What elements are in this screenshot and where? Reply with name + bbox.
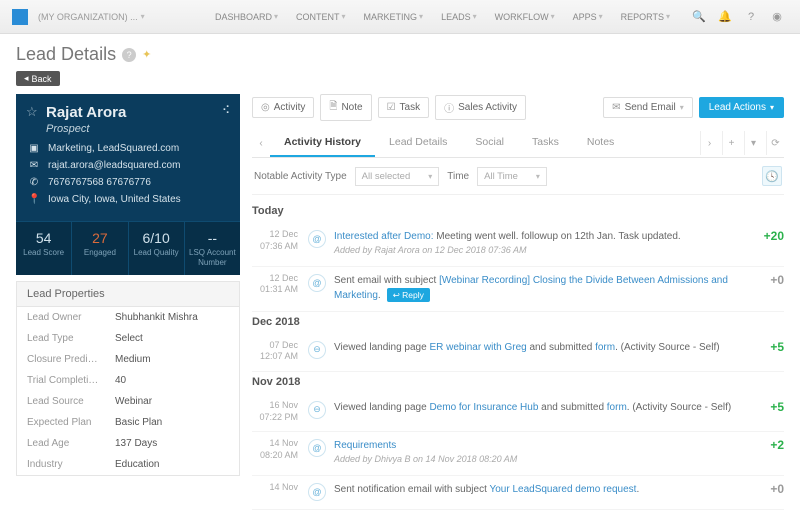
property-row: Lead OwnerShubhankit Mishra xyxy=(17,307,239,328)
score-change: +5 xyxy=(744,400,784,423)
score-change: +0 xyxy=(744,482,784,501)
property-row: Lead TypeSelect xyxy=(17,328,239,349)
activity-type-icon: @ xyxy=(308,274,326,292)
feed-item: 07 Dec12:07 AM⊖Viewed landing page ER we… xyxy=(252,334,784,372)
stat-engaged[interactable]: 27Engaged xyxy=(72,222,128,275)
refresh-icon[interactable]: ⟳ xyxy=(766,131,784,155)
filter-time-select[interactable]: All Time▾ xyxy=(477,167,547,186)
lead-stats: 54Lead Score27Engaged6/10Lead Quality--L… xyxy=(16,221,240,275)
task-icon: ☑ xyxy=(387,102,396,113)
send-email-button[interactable]: ✉Send Email▾ xyxy=(603,97,693,118)
note-icon: 🗎 xyxy=(329,99,337,116)
bell-icon[interactable]: 🔔 xyxy=(714,6,736,28)
score-change: +2 xyxy=(744,438,784,467)
nav-workflow[interactable]: WORKFLOW▾ xyxy=(487,8,563,26)
title-help-icon[interactable]: ? xyxy=(122,48,136,62)
stat-lsq-account-number[interactable]: --LSQ Account Number xyxy=(185,222,240,275)
tab-lead-details[interactable]: Lead Details xyxy=(375,129,461,157)
search-icon[interactable]: 🔍 xyxy=(688,6,710,28)
lead-card: ☆ ⠪ Rajat Arora Prospect ▣ Marketing, Lea… xyxy=(16,94,240,221)
nav-apps[interactable]: APPS▾ xyxy=(565,8,611,26)
app-logo xyxy=(12,9,28,25)
activity-icon: ◎ xyxy=(261,102,270,113)
sales-icon: ⓘ xyxy=(444,100,454,115)
lead-company: Marketing, LeadSquared.com xyxy=(48,143,179,154)
score-change: +20 xyxy=(744,229,784,258)
activity-button[interactable]: ◎Activity xyxy=(252,97,314,118)
score-change: +0 xyxy=(744,273,784,303)
email-icon: ✉ xyxy=(28,160,40,171)
property-row: Lead Age137 Days xyxy=(17,433,239,454)
property-row: Closure Predi…Medium xyxy=(17,349,239,370)
main-nav: DASHBOARD▾CONTENT▾MARKETING▾LEADS▾WORKFL… xyxy=(207,8,678,26)
back-button[interactable]: ◂ Back xyxy=(16,71,60,86)
tab-notes[interactable]: Notes xyxy=(573,129,628,157)
score-change: +5 xyxy=(744,340,784,363)
nav-dashboard[interactable]: DASHBOARD▾ xyxy=(207,8,286,26)
feed-group-header: Dec 2018 xyxy=(252,312,784,334)
lead-location: Iowa City, Iowa, United States xyxy=(48,194,181,205)
activity-type-icon: ⊖ xyxy=(308,341,326,359)
lead-actions-button[interactable]: Lead Actions▾ xyxy=(699,97,784,118)
tab-activity-history[interactable]: Activity History xyxy=(270,129,375,157)
tab-tasks[interactable]: Tasks xyxy=(518,129,573,157)
add-tab-icon[interactable]: + xyxy=(722,131,740,155)
nav-marketing[interactable]: MARKETING▾ xyxy=(356,8,432,26)
property-row: Trial Completi…40 xyxy=(17,370,239,391)
lead-name: Rajat Arora xyxy=(46,104,228,121)
stat-lead-score[interactable]: 54Lead Score xyxy=(16,222,72,275)
top-bar: (MY ORGANIZATION) ...▾ DASHBOARD▾CONTENT… xyxy=(0,0,800,34)
user-icon[interactable]: ◉ xyxy=(766,6,788,28)
stat-lead-quality[interactable]: 6/10Lead Quality xyxy=(129,222,185,275)
share-icon[interactable]: ⠪ xyxy=(222,104,230,117)
lead-phone: 7676767568 67676776 xyxy=(48,177,151,188)
tabs-next[interactable]: › xyxy=(700,131,718,155)
org-switcher[interactable]: (MY ORGANIZATION) ...▾ xyxy=(38,12,145,22)
property-row: Expected PlanBasic Plan xyxy=(17,412,239,433)
property-row: IndustryEducation xyxy=(17,454,239,475)
favorite-star-icon[interactable]: ☆ xyxy=(26,104,38,120)
tabs-prev[interactable]: ‹ xyxy=(252,131,270,155)
filter-time-label: Time xyxy=(447,171,469,182)
tabs: ‹ Activity HistoryLead DetailsSocialTask… xyxy=(252,129,784,158)
activity-feed: Today12 Dec07:36 AM@Interested after Dem… xyxy=(252,195,784,510)
mail-icon: ✉ xyxy=(612,102,620,113)
property-row: Lead SourceWebinar xyxy=(17,391,239,412)
feed-group-header: Today xyxy=(252,201,784,223)
properties-heading: Lead Properties xyxy=(17,282,239,307)
timeline-icon[interactable]: 🕓 xyxy=(762,166,782,186)
feed-group-header: Nov 2018 xyxy=(252,372,784,394)
more-tabs-icon[interactable]: ▾ xyxy=(744,131,762,155)
lead-properties: Lead Properties Lead OwnerShubhankit Mis… xyxy=(16,281,240,476)
lead-stage: Prospect xyxy=(46,123,228,135)
feed-item: 14 Nov@Sent notification email with subj… xyxy=(252,476,784,510)
help-icon[interactable]: ? xyxy=(740,6,762,28)
nav-content[interactable]: CONTENT▾ xyxy=(288,8,354,26)
filter-type-select[interactable]: All selected▾ xyxy=(355,167,440,186)
lead-email: rajat.arora@leadsquared.com xyxy=(48,160,180,171)
feed-item: 12 Dec01:31 AM@Sent email with subject [… xyxy=(252,267,784,312)
reply-button[interactable]: ↩ Reply xyxy=(387,288,430,303)
activity-type-icon: @ xyxy=(308,230,326,248)
feed-item: 12 Dec07:36 AM@Interested after Demo: Me… xyxy=(252,223,784,267)
star-icon[interactable]: ✦ xyxy=(142,48,151,61)
activity-type-icon: ⊖ xyxy=(308,401,326,419)
feed-item: 14 Nov08:20 AM@RequirementsAdded by Dhiv… xyxy=(252,432,784,476)
briefcase-icon: ▣ xyxy=(28,143,40,154)
nav-leads[interactable]: LEADS▾ xyxy=(433,8,485,26)
task-button[interactable]: ☑Task xyxy=(378,97,430,118)
tab-social[interactable]: Social xyxy=(461,129,518,157)
activity-type-icon: @ xyxy=(308,439,326,457)
filter-type-label: Notable Activity Type xyxy=(254,171,347,182)
nav-reports[interactable]: REPORTS▾ xyxy=(613,8,678,26)
location-icon: 📍 xyxy=(28,194,40,205)
phone-icon: ✆ xyxy=(28,177,40,188)
note-button[interactable]: 🗎Note xyxy=(320,94,371,121)
page-title: Lead Details xyxy=(16,44,116,65)
sales-activity-button[interactable]: ⓘSales Activity xyxy=(435,95,526,120)
feed-item: 16 Nov07:22 PM⊖Viewed landing page Demo … xyxy=(252,394,784,432)
activity-type-icon: @ xyxy=(308,483,326,501)
